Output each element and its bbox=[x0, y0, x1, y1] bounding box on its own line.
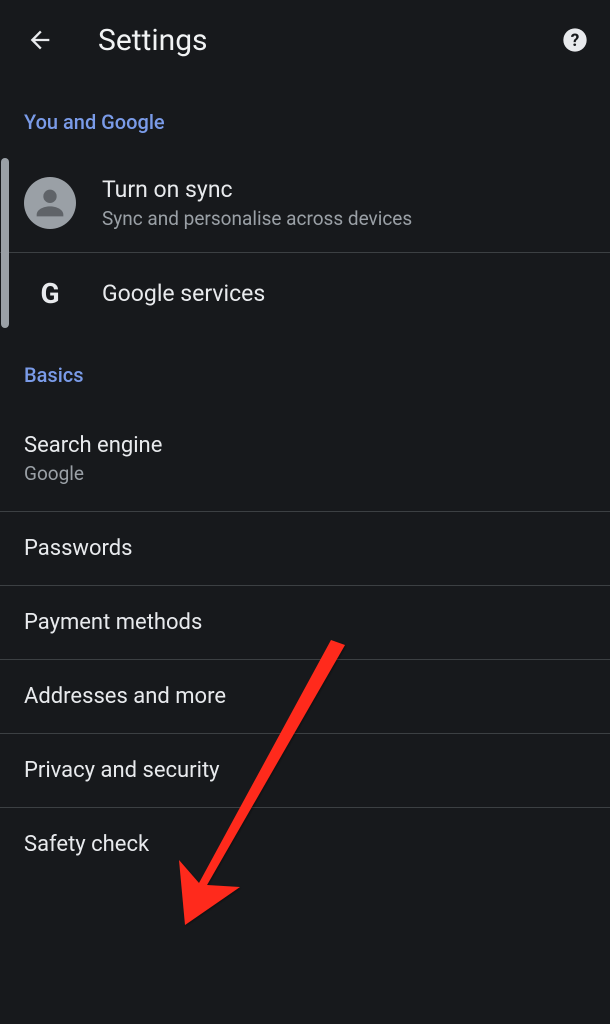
safety-check-row[interactable]: Safety check bbox=[0, 808, 610, 881]
privacy-security-title: Privacy and security bbox=[24, 758, 586, 783]
sync-row[interactable]: Turn on sync Sync and personalise across… bbox=[0, 154, 610, 252]
search-engine-content: Search engine Google bbox=[24, 433, 586, 485]
section-you-and-google: You and Google bbox=[0, 80, 610, 154]
passwords-title: Passwords bbox=[24, 536, 586, 561]
avatar-icon bbox=[24, 177, 76, 229]
safety-check-title: Safety check bbox=[24, 832, 586, 857]
help-button[interactable]: ? bbox=[560, 25, 590, 55]
page-title: Settings bbox=[98, 23, 560, 58]
person-icon bbox=[30, 183, 70, 223]
back-button[interactable] bbox=[24, 24, 56, 56]
sync-subtitle: Sync and personalise across devices bbox=[102, 207, 412, 230]
sync-content: Turn on sync Sync and personalise across… bbox=[102, 176, 412, 230]
svg-text:?: ? bbox=[571, 31, 580, 51]
addresses-row[interactable]: Addresses and more bbox=[0, 660, 610, 733]
google-services-content: Google services bbox=[102, 280, 265, 307]
google-services-row[interactable]: G Google services bbox=[0, 253, 610, 333]
search-engine-subtitle: Google bbox=[24, 462, 586, 485]
scroll-indicator[interactable] bbox=[1, 158, 9, 328]
payment-methods-title: Payment methods bbox=[24, 610, 586, 635]
search-engine-title: Search engine bbox=[24, 433, 586, 458]
privacy-security-row[interactable]: Privacy and security bbox=[0, 734, 610, 807]
help-icon: ? bbox=[561, 26, 589, 54]
header-bar: Settings ? bbox=[0, 0, 610, 80]
arrow-back-icon bbox=[26, 26, 54, 54]
passwords-row[interactable]: Passwords bbox=[0, 512, 610, 585]
google-g-icon: G bbox=[32, 275, 68, 311]
payment-methods-row[interactable]: Payment methods bbox=[0, 586, 610, 659]
section-basics: Basics bbox=[0, 333, 610, 407]
search-engine-row[interactable]: Search engine Google bbox=[0, 407, 610, 511]
addresses-title: Addresses and more bbox=[24, 684, 586, 709]
sync-title: Turn on sync bbox=[102, 176, 412, 203]
google-services-title: Google services bbox=[102, 280, 265, 307]
